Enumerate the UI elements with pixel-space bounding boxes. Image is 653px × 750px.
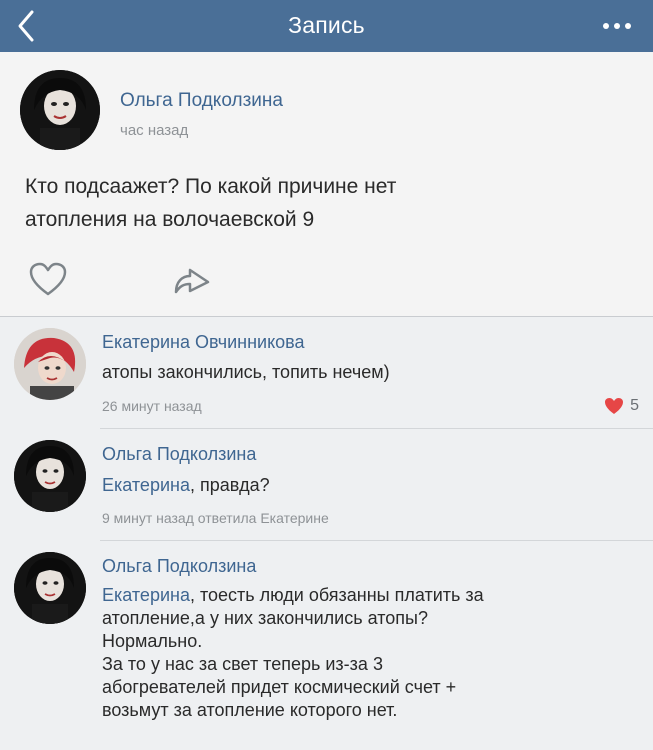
comment-author[interactable]: Екатерина Овчинникова [102, 332, 305, 353]
page-title: Запись [288, 12, 365, 38]
comment-author[interactable]: Ольга Подколзина [102, 556, 256, 577]
post-author[interactable]: Ольга Подколзина [120, 90, 283, 112]
heart-filled-icon [605, 398, 624, 414]
commenter-photo [14, 440, 86, 512]
avatar[interactable] [14, 328, 86, 400]
divider [100, 428, 653, 429]
like-count: 5 [630, 397, 639, 414]
more-horizontal-icon [603, 23, 609, 29]
like-button[interactable] [28, 262, 68, 298]
commenter-photo [14, 552, 86, 624]
author-photo [20, 70, 100, 150]
top-bar: Запись [0, 0, 653, 52]
reply-mention[interactable]: Екатерина [102, 475, 190, 495]
post-card: Ольга Подколзина час назад Кто подсаажет… [0, 52, 653, 316]
comment-time: 26 минут назад [102, 398, 202, 414]
share-icon [174, 268, 210, 294]
heart-outline-icon [29, 262, 67, 296]
post-text: Кто подсаажет? По какой причине нет атоп… [25, 175, 397, 231]
commenter-photo [14, 328, 86, 400]
avatar[interactable] [20, 70, 100, 150]
comment-author[interactable]: Ольга Подколзина [102, 444, 256, 465]
avatar[interactable] [14, 552, 86, 624]
comment-like-button[interactable]: 5 [604, 396, 639, 416]
share-button[interactable] [172, 264, 212, 298]
divider [0, 316, 653, 317]
comment-text: Екатерина, правда? [102, 475, 270, 495]
divider [100, 540, 653, 541]
comment-text: Екатерина, тоесть люди обязанны платить … [102, 585, 484, 720]
post-time: час назад [120, 122, 189, 139]
comment-time: 9 минут назад ответила Екатерине [102, 510, 329, 526]
reply-mention[interactable]: Екатерина [102, 585, 190, 605]
avatar[interactable] [14, 440, 86, 512]
comment-text: атопы закончились, топить нечем) [102, 362, 390, 382]
more-button[interactable] [599, 10, 635, 40]
